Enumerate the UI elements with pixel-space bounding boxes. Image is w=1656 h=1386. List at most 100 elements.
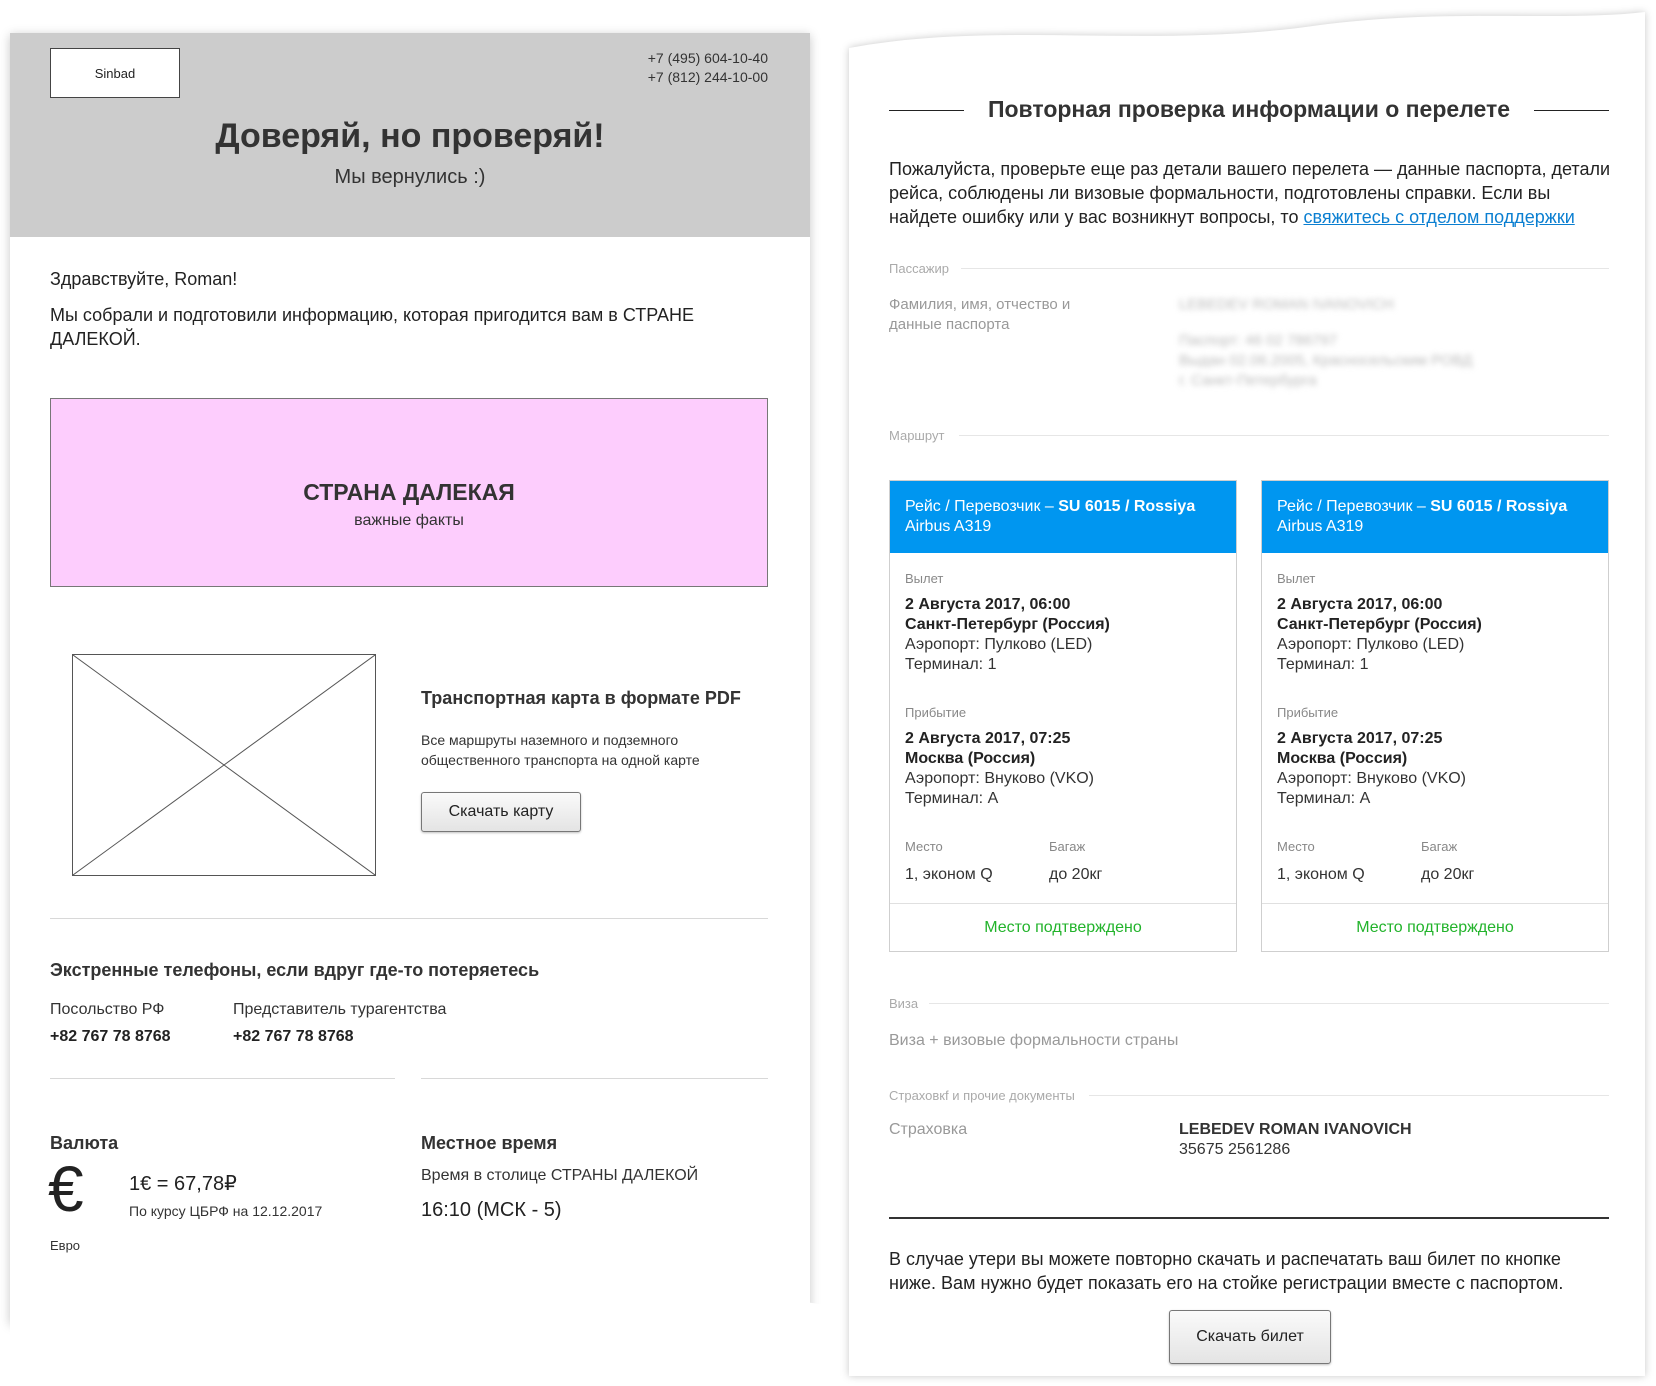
flight-card[interactable]: Рейс / Перевозчик – SU 6015 / Rossiya Ai… — [889, 480, 1237, 952]
insurance-label: Страховка — [889, 1121, 968, 1138]
local-time-description: Время в столице СТРАНЫ ДАЛЕКОЙ — [421, 1167, 699, 1184]
seat-status: Место подтверждено — [890, 903, 1236, 951]
contact-phones: +7 (495) 604-10-40 +7 (812) 244-10-00 — [648, 49, 768, 87]
departure-terminal: Терминал: 1 — [1277, 656, 1369, 673]
promo-title: СТРАНА ДАЛЕКАЯ — [303, 479, 515, 505]
arrival-datetime: 2 Августа 2017, 07:25 — [1277, 730, 1443, 747]
euro-icon: € — [48, 1153, 84, 1225]
arrival-label: Прибытие — [905, 705, 967, 720]
section-label-insurance: Страховкf и прочие документы — [889, 1088, 1075, 1103]
departure-city: Санкт-Петербург (Россия) — [905, 616, 1110, 633]
exchange-rate: 1€ = 67,78₽ — [129, 1173, 237, 1195]
passport-line-redacted: Выдан 02.06.2005, Красносельским РОВД — [1179, 352, 1473, 369]
seat-value: 1, эконом Q — [1277, 866, 1365, 883]
torn-edge — [10, 1286, 830, 1386]
local-time-value: 16:10 (МСК - 5) — [421, 1199, 562, 1221]
section-rule — [961, 268, 1609, 269]
section-rule — [929, 1003, 1609, 1004]
map-description: Все маршруты наземного и подземного обще… — [421, 732, 700, 768]
email-header: Sinbad +7 (495) 604-10-40 +7 (812) 244-1… — [10, 33, 810, 237]
phone-moscow[interactable]: +7 (495) 604-10-40 — [648, 49, 768, 68]
contact-label-agency: Представитель турагентства — [233, 1001, 447, 1018]
departure-label: Вылет — [1277, 571, 1316, 586]
departure-label: Вылет — [905, 571, 944, 586]
promo-subtitle: важные факты — [354, 512, 464, 529]
map-title: Транспортная карта в формате PDF — [421, 688, 741, 708]
seat-label: Место — [1277, 839, 1315, 854]
arrival-terminal: Терминал: A — [905, 790, 999, 807]
exchange-rate-note: По курсу ЦБРФ на 12.12.2017 — [129, 1203, 323, 1219]
image-placeholder-icon — [73, 655, 375, 875]
passenger-name-redacted: LEBEDEV ROMAN IVANOVICH — [1179, 296, 1394, 313]
flight-card-header: Рейс / Перевозчик – SU 6015 / Rossiya Ai… — [1262, 481, 1608, 553]
local-time-title: Местное время — [421, 1133, 558, 1153]
divider — [421, 1078, 768, 1079]
image-placeholder — [72, 654, 376, 876]
logo-placeholder[interactable]: Sinbad — [50, 48, 180, 98]
seat-status: Место подтверждено — [1262, 903, 1608, 951]
insurance-holder: LEBEDEV ROMAN IVANOVICH — [1179, 1121, 1412, 1138]
visa-text: Виза + визовые формальности страны — [889, 1032, 1179, 1049]
baggage-label: Багаж — [1049, 839, 1086, 854]
email-preview-left: Sinbad +7 (495) 604-10-40 +7 (812) 244-1… — [10, 33, 830, 1386]
section-label-passenger: Пассажир — [889, 261, 949, 276]
departure-airport: Аэропорт: Пулково (LED) — [905, 636, 1093, 653]
currency-name: Евро — [50, 1238, 81, 1253]
baggage-value: до 20кг — [1049, 866, 1103, 883]
section-label-visa: Виза — [889, 996, 919, 1011]
support-link[interactable]: свяжитесь с отделом поддержки — [1303, 207, 1574, 227]
aircraft: Airbus A319 — [905, 518, 992, 535]
phone-spb[interactable]: +7 (812) 244-10-00 — [648, 68, 768, 87]
section-rule — [1089, 1095, 1609, 1096]
arrival-city: Москва (Россия) — [905, 750, 1036, 767]
section-rule — [959, 435, 1609, 436]
ticket-note: В случае утери вы можете повторно скачат… — [889, 1249, 1564, 1293]
emergency-title: Экстренные телефоны, если вдруг где-то п… — [50, 960, 540, 980]
insurance-number: 35675 2561286 — [1179, 1141, 1291, 1158]
divider — [889, 1217, 1609, 1219]
departure-airport: Аэропорт: Пулково (LED) — [1277, 636, 1465, 653]
carrier-prefix: Рейс / Перевозчик – — [905, 498, 1054, 515]
contact-phone-embassy[interactable]: +82 767 78 8768 — [50, 1028, 171, 1046]
email-preview-right: Повторная проверка информации о перелете… — [849, 0, 1644, 1376]
seat-value: 1, эконом Q — [905, 866, 993, 883]
baggage-label: Багаж — [1421, 839, 1458, 854]
departure-datetime: 2 Августа 2017, 06:00 — [1277, 596, 1443, 613]
download-ticket-button[interactable]: Скачать билет — [1169, 1310, 1331, 1364]
baggage-value: до 20кг — [1421, 866, 1475, 883]
greeting: Здравствуйте, Roman! — [50, 269, 238, 289]
departure-datetime: 2 Августа 2017, 06:00 — [905, 596, 1071, 613]
flight-card-body: Вылет 2 Августа 2017, 06:00 Санкт-Петерб… — [1262, 553, 1608, 903]
arrival-terminal: Терминал: A — [1277, 790, 1371, 807]
hero-title: Доверяй, но проверяй! — [215, 117, 605, 155]
arrival-airport: Аэропорт: Внуково (VKO) — [1277, 770, 1467, 787]
divider — [50, 918, 768, 919]
flight-card-header: Рейс / Перевозчик – SU 6015 / Rossiya Ai… — [890, 481, 1236, 553]
carrier: SU 6015 / Rossiya — [1058, 498, 1196, 515]
promo-banner[interactable]: СТРАНА ДАЛЕКАЯ важные факты — [50, 398, 768, 587]
download-map-button[interactable]: Скачать карту — [421, 792, 581, 832]
flight-check-title: Повторная проверка информации о перелете — [987, 96, 1511, 122]
flight-card[interactable]: Рейс / Перевозчик – SU 6015 / Rossiya Ai… — [1261, 480, 1609, 952]
contact-label-embassy: Посольство РФ — [50, 1001, 165, 1018]
aircraft: Airbus A319 — [1277, 518, 1364, 535]
title-rule-right — [1534, 110, 1609, 111]
currency-title: Валюта — [50, 1133, 119, 1153]
divider — [50, 1078, 395, 1079]
carrier: SU 6015 / Rossiya — [1430, 498, 1568, 515]
intro-text: Мы собрали и подготовили информацию, кот… — [50, 305, 695, 349]
passenger-field-label: Фамилия, имя, отчество и данные паспорта — [889, 296, 1071, 333]
passport-line-redacted: Паспорт: 46 02 786797 — [1179, 332, 1338, 349]
flight-card-body: Вылет 2 Августа 2017, 06:00 Санкт-Петерб… — [890, 553, 1236, 903]
passport-line-redacted: г. Санкт-Петербурга — [1179, 372, 1317, 389]
arrival-city: Москва (Россия) — [1277, 750, 1408, 767]
section-title: Повторная проверка информации о перелете — [889, 96, 1609, 126]
flight-check-intro: Пожалуйста, проверьте еще раз детали ваш… — [889, 157, 1614, 229]
departure-city: Санкт-Петербург (Россия) — [1277, 616, 1482, 633]
arrival-datetime: 2 Августа 2017, 07:25 — [905, 730, 1071, 747]
contact-phone-agency[interactable]: +82 767 78 8768 — [233, 1028, 354, 1046]
arrival-airport: Аэропорт: Внуково (VKO) — [905, 770, 1095, 787]
hero-subtitle: Мы вернулись :) — [334, 166, 486, 188]
arrival-label: Прибытие — [1277, 705, 1339, 720]
departure-terminal: Терминал: 1 — [905, 656, 997, 673]
